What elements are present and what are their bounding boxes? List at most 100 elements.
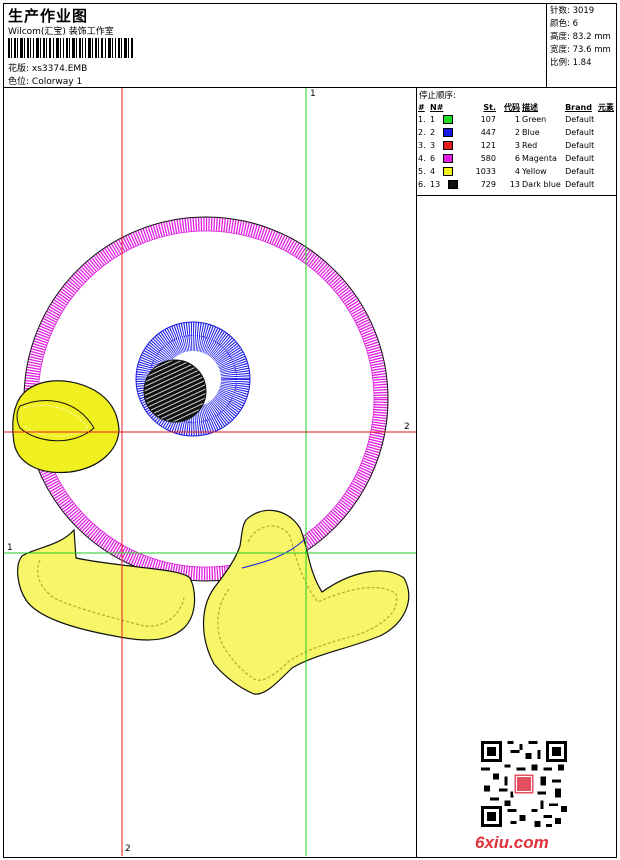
row-needle: 2	[429, 126, 461, 139]
col-description: 描述	[522, 102, 538, 112]
guide-label-red-horizontal: 2	[404, 422, 410, 432]
row-index: 6.	[418, 180, 426, 189]
colorway-row: 色位: Colorway 1	[8, 74, 82, 87]
row-needle: 6	[429, 152, 461, 165]
row-description: Magenta	[522, 154, 557, 163]
row-index: 3.	[418, 141, 426, 150]
qr-code	[481, 741, 567, 827]
row-needle-number: 6	[430, 154, 436, 163]
row-code: 2	[514, 128, 520, 137]
row-element	[597, 139, 616, 152]
color-swatch	[443, 115, 454, 124]
row-element	[597, 165, 616, 178]
row-element	[597, 178, 616, 191]
row-index: 4.	[418, 154, 426, 163]
row-needle: 1	[429, 113, 461, 126]
studio-name: Wilcom(汇宝) 装饰工作室	[8, 27, 114, 37]
row-stitches: 580	[480, 154, 496, 163]
row-index: 2.	[418, 128, 426, 137]
row-description: Dark blue	[522, 180, 561, 189]
col-index: #	[418, 102, 425, 112]
embroidery-preview	[4, 88, 416, 856]
design-row: 花版: xs3374.EMB	[8, 61, 87, 74]
design-value: xs3374.EMB	[31, 64, 88, 74]
row-description: Red	[522, 141, 538, 150]
production-sheet: 生产作业图 Wilcom(汇宝) 装饰工作室 花版: xs3374.EMB 色位…	[3, 3, 617, 858]
row-element	[597, 152, 616, 165]
color-swatch	[443, 128, 454, 137]
table-row: 5. 4 1033 4 Yellow Default	[417, 165, 616, 178]
guide-label-green-horizontal: 1	[7, 543, 13, 553]
col-needle: N#	[430, 102, 444, 112]
table-row: 1. 1 107 1 Green Default	[417, 113, 616, 126]
row-index: 5.	[418, 167, 426, 176]
design-height: 高度: 83.2 mm	[550, 32, 611, 42]
table-divider	[417, 195, 616, 196]
row-stitches: 447	[480, 128, 496, 137]
row-description: Yellow	[522, 167, 547, 176]
guide-label-red-vertical: 2	[125, 844, 131, 854]
row-stitches: 107	[480, 115, 496, 124]
row-brand: Default	[565, 167, 595, 176]
color-swatch	[443, 167, 454, 176]
row-stitches: 1033	[475, 167, 496, 176]
col-brand: Brand	[565, 102, 592, 112]
beak	[12, 380, 120, 474]
row-brand: Default	[565, 141, 595, 150]
row-code: 4	[514, 167, 520, 176]
row-needle-number: 3	[430, 141, 436, 150]
barcode	[8, 38, 133, 58]
color-swatch	[443, 141, 454, 150]
table-header: # N# St. 代码 描述 Brand 元素	[417, 101, 616, 113]
left-foot	[17, 528, 196, 641]
guide-label-green-vertical: 1	[310, 89, 316, 99]
row-needle-number: 13	[430, 180, 441, 189]
stitch-count: 针数: 3019	[550, 6, 595, 16]
row-index: 1.	[418, 115, 426, 124]
row-code: 6	[514, 154, 520, 163]
stop-sequence-panel: 停止顺序: # N# St. 代码 描述 Brand 元素 1. 1 107 1 Gre…	[417, 88, 616, 857]
row-brand: Default	[565, 128, 595, 137]
row-code: 13	[509, 180, 520, 189]
row-brand: Default	[565, 115, 595, 124]
row-needle: 4	[429, 165, 461, 178]
design-width: 宽度: 73.6 mm	[550, 45, 611, 55]
table-row: 2. 2 447 2 Blue Default	[417, 126, 616, 139]
design-label: 花版:	[8, 64, 30, 74]
stop-sequence-title: 停止顺序:	[419, 91, 456, 101]
table-row: 6. 13 729 13 Dark blue Default	[417, 178, 616, 191]
stop-sequence-table: # N# St. 代码 描述 Brand 元素 1. 1 107 1 Green Defa…	[417, 101, 616, 191]
table-row: 4. 6 580 6 Magenta Default	[417, 152, 616, 165]
table-row: 3. 3 121 3 Red Default	[417, 139, 616, 152]
row-stitches: 729	[480, 180, 496, 189]
watermark-site: 6xiu.com	[475, 833, 549, 852]
row-stitches: 121	[480, 141, 496, 150]
row-needle: 13	[429, 178, 461, 191]
stats-panel: 针数: 3019 颜色: 6 高度: 83.2 mm 宽度: 73.6 mm 比…	[547, 4, 616, 88]
col-element: 元素	[598, 102, 614, 112]
header-panel: 生产作业图 Wilcom(汇宝) 装饰工作室 花版: xs3374.EMB 色位…	[4, 4, 547, 88]
row-description: Blue	[522, 128, 540, 137]
design-scale: 比例: 1.84	[550, 58, 592, 68]
sheet-title: 生产作业图	[8, 7, 89, 25]
row-code: 1	[514, 115, 520, 124]
row-brand: Default	[565, 154, 595, 163]
design-canvas: 1 2 1 2	[4, 88, 417, 857]
row-brand: Default	[565, 180, 595, 189]
col-stitches: St.	[483, 102, 496, 112]
row-code: 3	[514, 141, 520, 150]
row-description: Green	[522, 115, 547, 124]
color-swatch	[448, 180, 459, 189]
col-code: 代码	[504, 102, 520, 112]
row-needle-number: 1	[430, 115, 436, 124]
row-needle-number: 4	[430, 167, 436, 176]
row-element	[597, 126, 616, 139]
row-element	[597, 113, 616, 126]
colorway-label: 色位:	[8, 77, 30, 87]
row-needle-number: 2	[430, 128, 436, 137]
colorway-value: Colorway 1	[31, 77, 83, 87]
eye	[135, 321, 251, 437]
color-swatch	[443, 154, 454, 163]
row-needle: 3	[429, 139, 461, 152]
color-count: 颜色: 6	[550, 19, 578, 29]
